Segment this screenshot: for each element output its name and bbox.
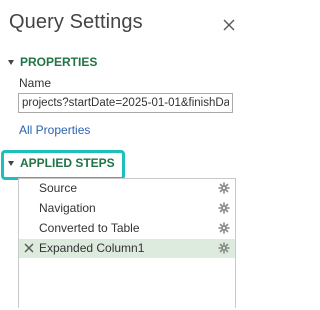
close-icon <box>223 19 235 31</box>
all-properties-link[interactable]: All Properties <box>19 123 90 137</box>
gear-icon[interactable] <box>218 242 230 254</box>
step-row-navigation[interactable]: Navigation <box>19 199 235 218</box>
step-label: Navigation <box>39 201 96 215</box>
applied-steps-header-label: APPLIED STEPS <box>20 156 115 170</box>
collapse-triangle-icon <box>8 160 14 166</box>
delete-step-icon[interactable] <box>23 242 35 254</box>
name-label: Name <box>19 76 52 90</box>
gear-icon[interactable] <box>218 222 230 234</box>
properties-header-label: PROPERTIES <box>20 55 98 69</box>
applied-steps-section-header[interactable]: APPLIED STEPS <box>8 156 115 170</box>
step-row-converted-to-table[interactable]: Converted to Table <box>19 219 235 238</box>
close-button[interactable] <box>218 14 240 36</box>
step-row-source[interactable]: Source <box>19 179 235 198</box>
applied-steps-list: Source Navigation Converted to Table Exp… <box>18 178 236 308</box>
step-label: Converted to Table <box>39 221 140 235</box>
step-label: Expanded Column1 <box>39 241 145 255</box>
query-name-input[interactable] <box>18 93 233 113</box>
gear-icon[interactable] <box>218 202 230 214</box>
step-label: Source <box>39 181 78 195</box>
collapse-triangle-icon <box>8 59 14 65</box>
pane-title: Query Settings <box>9 11 143 33</box>
properties-section-header[interactable]: PROPERTIES <box>8 55 97 69</box>
gear-icon[interactable] <box>218 182 230 194</box>
step-row-expanded-column1[interactable]: Expanded Column1 <box>19 239 235 258</box>
